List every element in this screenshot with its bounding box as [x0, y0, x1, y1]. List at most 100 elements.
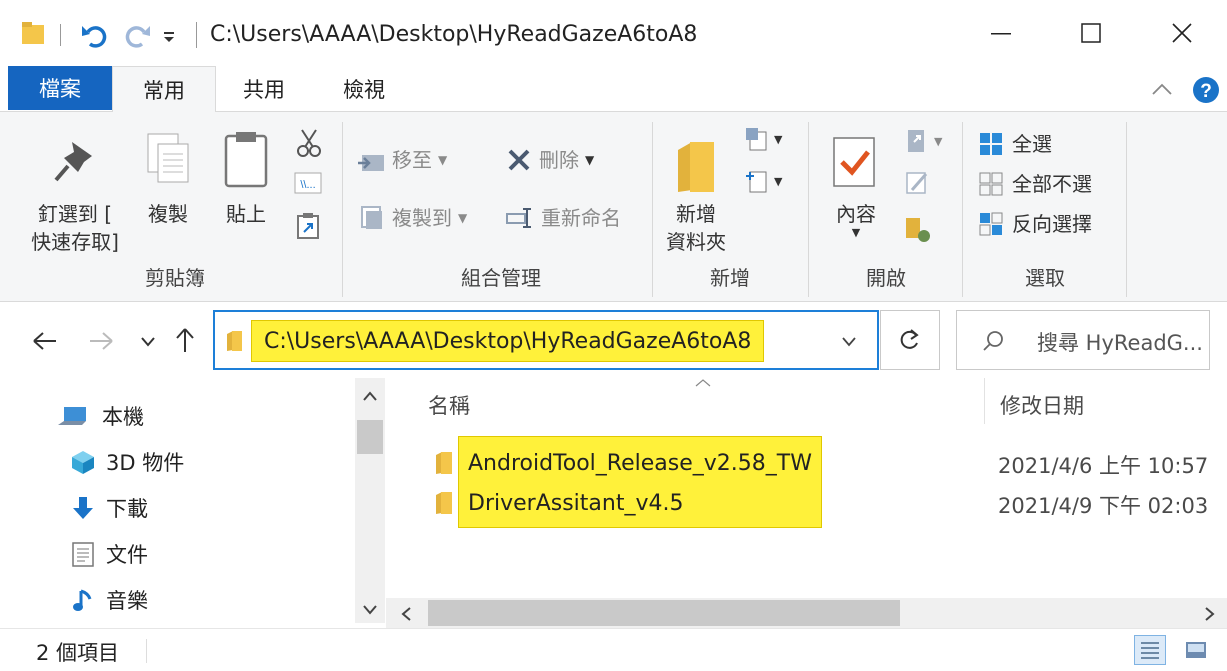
search-placeholder: 搜尋 HyReadG... [1037, 331, 1203, 355]
tab-view[interactable]: 檢視 [332, 66, 396, 112]
address-path[interactable]: C:\Users\AAAA\Desktop\HyReadGazeA6toA8 [251, 320, 765, 362]
copy-to-icon [361, 206, 382, 229]
clipboard-group-label: 剪貼簿 [145, 266, 205, 290]
documents-icon [72, 542, 94, 567]
chevron-down-icon: ▼ [774, 132, 783, 146]
nav-item-label: 本機 [102, 405, 144, 429]
sort-ascending-icon [695, 379, 711, 387]
status-bar: 2 個項目 [0, 628, 1227, 671]
copy-path-icon[interactable]: \\... [294, 172, 322, 194]
edit-icon[interactable] [904, 170, 930, 196]
easy-access-button[interactable]: ▼ [744, 168, 782, 194]
scroll-right-icon[interactable] [1204, 606, 1216, 622]
delete-icon [508, 149, 530, 171]
nav-item-3d-objects[interactable]: 3D 物件 [70, 442, 184, 482]
search-box[interactable]: 搜尋 HyReadG... [956, 310, 1210, 370]
nav-item-label: 3D 物件 [106, 451, 185, 475]
copy-button[interactable]: 複製 [138, 122, 198, 232]
table-row[interactable]: AndroidTool_Release_v2.58_TW [434, 442, 812, 484]
forward-icon[interactable] [88, 330, 116, 352]
chevron-down-icon: ▼ [585, 153, 595, 167]
select-all-icon [980, 133, 1002, 155]
address-bar[interactable]: C:\Users\AAAA\Desktop\HyReadGazeA6toA8 [213, 310, 879, 370]
rename-button[interactable]: 重新命名 [505, 200, 621, 236]
delete-button[interactable]: 刪除 ▼ [505, 142, 594, 178]
details-view-button[interactable] [1134, 635, 1166, 665]
nav-item-this-pc[interactable]: 本機 [56, 396, 144, 436]
column-header-modified[interactable]: 修改日期 [1000, 390, 1084, 420]
file-modified: 2021/4/9 下午 02:03 [998, 494, 1209, 518]
file-name: AndroidTool_Release_v2.58_TW [468, 450, 812, 476]
scroll-down-icon[interactable] [362, 604, 378, 616]
easy-access-icon [746, 171, 767, 193]
invert-selection-icon [979, 212, 1003, 236]
invert-selection-button[interactable]: 反向選擇 [978, 208, 1092, 240]
horizontal-scrollbar[interactable] [386, 598, 1227, 628]
customize-quick-access-icon[interactable] [162, 30, 178, 44]
chevron-down-icon: ▼ [851, 226, 861, 239]
paste-label: 貼上 [226, 202, 266, 226]
open-icon [908, 130, 924, 152]
scrollbar-thumb[interactable] [357, 420, 383, 454]
copy-label: 複製 [148, 202, 188, 226]
scroll-left-icon[interactable] [400, 606, 412, 622]
maximize-icon [1081, 23, 1101, 43]
new-folder-button[interactable]: 新增 資料夾 [660, 122, 740, 262]
download-icon [73, 497, 93, 519]
move-to-button[interactable]: 移至 ▼ [356, 142, 447, 178]
column-header-name[interactable]: 名稱 [428, 390, 470, 420]
select-none-label: 全部不選 [1012, 172, 1092, 196]
folder-icon [436, 492, 452, 514]
nav-item-label: 音樂 [106, 589, 148, 613]
help-icon[interactable]: ? [1192, 76, 1220, 104]
history-icon[interactable] [904, 216, 932, 244]
copy-to-button[interactable]: 複製到 ▼ [356, 200, 467, 236]
back-icon[interactable] [30, 330, 58, 352]
music-icon [73, 589, 92, 611]
up-icon[interactable] [174, 326, 196, 354]
details-view-icon [1141, 642, 1159, 659]
new-folder-label-1: 新增 [676, 202, 716, 226]
tab-share[interactable]: 共用 [232, 66, 296, 112]
cut-icon[interactable] [296, 128, 322, 158]
nav-item-music[interactable]: 音樂 [70, 580, 148, 620]
recent-locations-icon[interactable] [140, 336, 156, 348]
scrollbar-thumb[interactable] [428, 600, 900, 626]
scroll-up-icon[interactable] [362, 390, 378, 402]
close-button[interactable] [1137, 0, 1227, 66]
nav-item-documents[interactable]: 文件 [70, 534, 148, 574]
select-none-icon [979, 172, 1003, 196]
nav-scrollbar[interactable] [355, 378, 385, 623]
maximize-button[interactable] [1046, 0, 1136, 66]
select-none-button[interactable]: 全部不選 [978, 168, 1092, 200]
large-icons-view-button[interactable] [1180, 635, 1212, 665]
rename-label: 重新命名 [541, 206, 621, 230]
paste-shortcut-icon[interactable] [296, 212, 320, 240]
redo-icon[interactable] [122, 20, 152, 48]
open-button[interactable]: ▼ [904, 128, 942, 154]
collapse-ribbon-icon[interactable] [1150, 80, 1174, 98]
table-row[interactable]: DriverAssitant_v4.5 [434, 482, 683, 524]
refresh-button[interactable] [880, 310, 940, 370]
select-all-button[interactable]: 全選 [978, 128, 1052, 160]
new-item-button[interactable]: ▼ [744, 126, 782, 152]
pin-label-2: 快速存取] [31, 230, 119, 254]
paste-button[interactable]: 貼上 [214, 122, 278, 232]
properties-button[interactable]: 內容 ▼ [818, 122, 894, 262]
ribbon-tabs: 檔案 常用 共用 檢視 ? [0, 66, 1227, 113]
undo-icon[interactable] [80, 20, 110, 48]
title-bar: C:\Users\AAAA\Desktop\HyReadGazeA6toA8 [0, 0, 1227, 66]
tab-file[interactable]: 檔案 [8, 66, 112, 110]
move-to-icon [358, 155, 384, 171]
pin-to-quick-access-button[interactable]: 釘選到 [ 快速存取] [20, 122, 130, 257]
new-item-icon [746, 128, 767, 151]
tab-home[interactable]: 常用 [112, 66, 216, 113]
pin-label-1: 釘選到 [ [37, 202, 113, 226]
chevron-down-icon[interactable] [841, 336, 857, 348]
chevron-down-icon: ▼ [934, 134, 943, 148]
move-to-label: 移至 [392, 148, 432, 172]
paste-icon [224, 132, 268, 188]
minimize-button[interactable] [956, 0, 1046, 66]
nav-item-downloads[interactable]: 下載 [70, 488, 148, 528]
close-icon [1172, 23, 1192, 43]
